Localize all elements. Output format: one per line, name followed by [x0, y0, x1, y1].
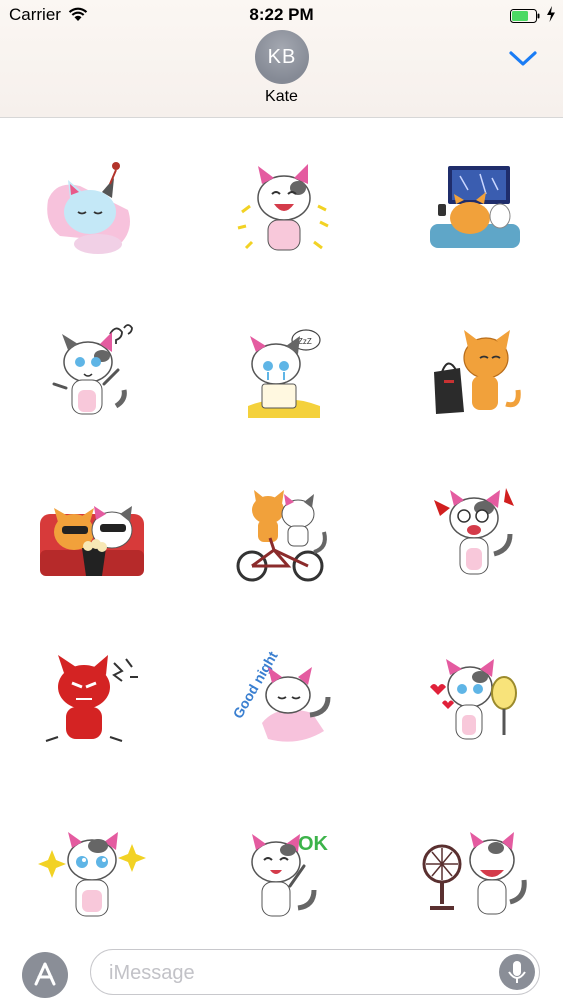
imessage-field[interactable] — [90, 949, 540, 996]
sticker-grid: ZzZ Good night OK — [0, 118, 563, 944]
sticker-ok-text: OK — [298, 833, 329, 855]
sticker-cat-angry-red[interactable] — [38, 643, 148, 753]
sticker-cat-good-night[interactable]: Good night — [228, 643, 338, 753]
sticker-cat-shocked[interactable] — [420, 480, 530, 590]
sticker-cat-sparkle-eyes[interactable] — [38, 820, 148, 930]
sticker-cat-crying-letter[interactable]: ZzZ — [228, 318, 338, 428]
status-time: 8:22 PM — [249, 5, 314, 24]
sticker-cat-sleeping-pillow[interactable] — [38, 156, 148, 266]
sticker-cat-fan[interactable] — [420, 820, 530, 930]
sticker-cat-love-mirror[interactable] — [420, 643, 530, 753]
charging-bolt-icon — [546, 6, 556, 22]
sticker-cats-bicycle[interactable] — [228, 480, 338, 590]
status-bar: Carrier 8:22 PM — [0, 0, 563, 30]
sticker-cats-cinema[interactable] — [38, 480, 148, 590]
compose-bar — [0, 944, 563, 1000]
sticker-cat-shopping-bag[interactable] — [420, 318, 530, 428]
contact-avatar[interactable]: KB — [255, 30, 309, 84]
battery-icon — [510, 8, 540, 23]
sticker-cat-ok[interactable]: OK — [228, 820, 338, 930]
avatar-initials: KB — [267, 46, 297, 68]
sticker-cat-watching-tv[interactable] — [420, 156, 530, 266]
chevron-down-icon[interactable] — [508, 48, 538, 68]
sticker-cat-confused[interactable] — [38, 318, 148, 428]
microphone-icon[interactable] — [499, 954, 535, 990]
contact-name[interactable]: Kate — [0, 88, 563, 106]
app-store-icon[interactable] — [22, 952, 68, 998]
sticker-cat-laughing[interactable] — [228, 156, 338, 266]
imessage-input[interactable] — [107, 950, 491, 996]
sticker-zzz-text: ZzZ — [298, 337, 312, 346]
